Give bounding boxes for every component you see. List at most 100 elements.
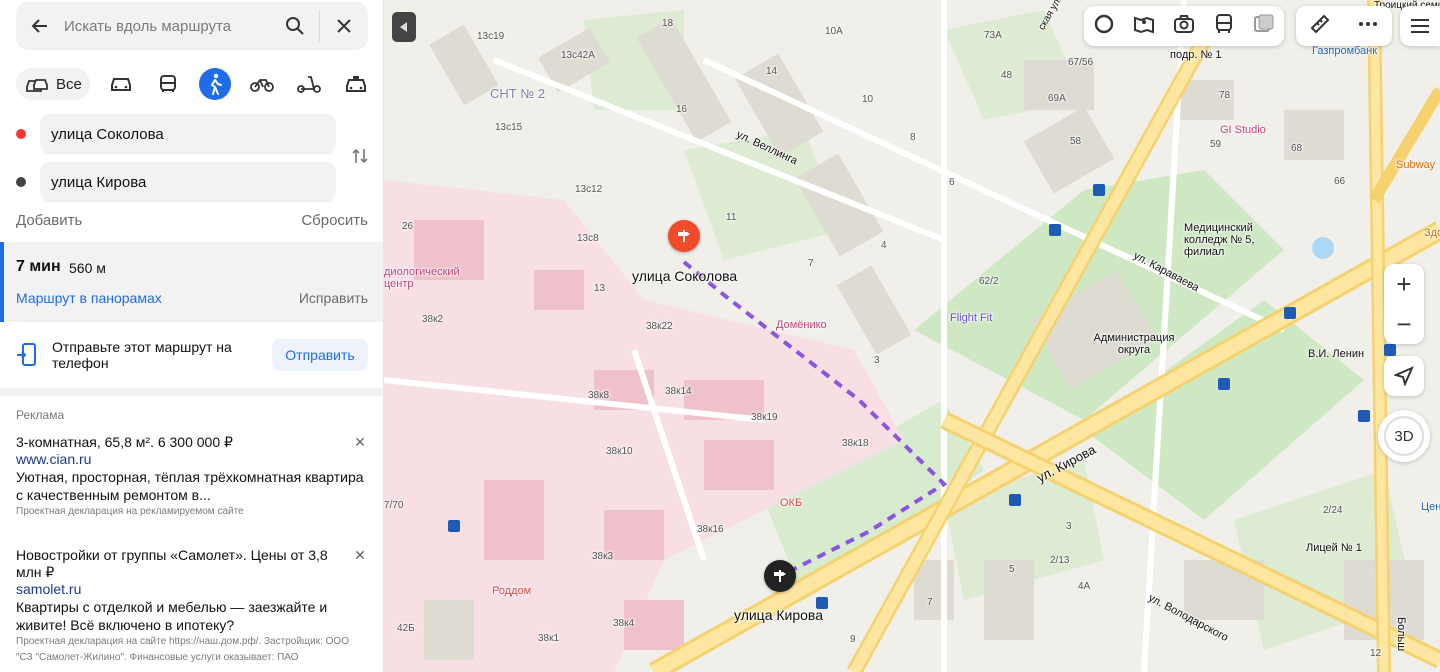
arrow-left-icon[interactable] [16, 2, 64, 50]
mode-pedestrian-button[interactable] [198, 68, 231, 100]
transit-icon[interactable] [1213, 13, 1235, 40]
house-number: 11 [726, 212, 737, 223]
house-number: 5 [1009, 564, 1015, 575]
house-number: 8 [910, 132, 916, 143]
poi-label: Роддом [492, 585, 532, 597]
close-icon[interactable]: ✕ [352, 434, 368, 450]
house-number: 7 [808, 258, 814, 269]
house-number: 13 [594, 283, 606, 294]
house-number: 38к19 [751, 412, 778, 423]
collapse-panel-icon[interactable] [392, 12, 416, 42]
house-number: 6 [949, 177, 955, 188]
zoom-in-button[interactable]: + [1384, 264, 1424, 304]
house-number: 38к18 [842, 438, 869, 449]
route-search-bar[interactable]: Искать вдоль маршрута [16, 2, 368, 50]
route-time: 7 мин [16, 258, 61, 275]
section-divider [0, 388, 383, 396]
route-point-from: улица Соколова [16, 114, 336, 154]
route-fix-link[interactable]: Исправить [299, 290, 368, 306]
map-view[interactable]: + − 3D улица Соколова улица Кирова СНТ №… [384, 0, 1440, 672]
house-number: 38к8 [588, 390, 610, 401]
mode-taxi-button[interactable] [340, 68, 372, 100]
menu-icon[interactable] [1400, 6, 1440, 46]
house-number: 38к16 [697, 524, 724, 535]
poi-label: Flight Fit [950, 312, 993, 324]
bicycle-icon [249, 79, 274, 92]
mode-all-button[interactable]: Все [16, 68, 90, 100]
zoom-out-button[interactable]: − [1384, 304, 1424, 344]
ad-url[interactable]: www.cian.ru [16, 451, 368, 468]
poi-label: В.И. Ленин [1308, 348, 1365, 360]
ads-heading: Реклама [16, 408, 65, 422]
route-option-card[interactable]: 7 мин 560 м Маршрут в панорамах Исправит… [0, 242, 383, 322]
ad-title[interactable]: Новостройки от группы «Самолет». Цены от… [16, 547, 368, 581]
three-d-button[interactable]: 3D [1378, 410, 1430, 462]
poi-label: Здоровье [1424, 227, 1440, 239]
house-number: 13с8 [577, 233, 599, 244]
reset-route-link[interactable]: Сбросить [301, 212, 368, 229]
panorama-icon[interactable] [1133, 13, 1155, 40]
map-label: СНТ № 2 [490, 86, 546, 101]
send-to-phone-button[interactable]: Отправить [272, 339, 368, 371]
house-number: 38к4 [613, 618, 635, 629]
ad-description: Квартиры с отделкой и мебелью — заезжайт… [16, 599, 328, 633]
house-number: 62/2 [979, 276, 999, 287]
house-number: 13с42А [561, 50, 595, 61]
mode-bicycle-button[interactable] [246, 68, 278, 100]
house-number: 12 [1370, 648, 1382, 659]
ruler-icon[interactable] [1309, 13, 1331, 40]
close-icon[interactable]: ✕ [352, 547, 368, 563]
add-point-link[interactable]: Добавить [16, 212, 82, 229]
house-number: 13с19 [477, 31, 505, 42]
house-number: 4А [1078, 581, 1091, 592]
map-layers-toolbar [1084, 6, 1284, 46]
ad-note: Проектная декларация на сайте https://на… [16, 636, 349, 663]
end-pin-icon[interactable] [764, 560, 796, 592]
ad-item[interactable]: Новостройки от группы «Самолет». Цены от… [16, 547, 368, 666]
mode-scooter-button[interactable] [293, 68, 325, 100]
camera-icon[interactable] [1173, 13, 1195, 40]
ads-section: Реклама 3-комнатная, 65,8 м². 6 300 000 … [0, 396, 383, 672]
mode-car-button[interactable] [105, 68, 137, 100]
poi-label: Лицей № 1 [1306, 542, 1362, 554]
route-point-to: улица Кирова [16, 162, 336, 202]
start-point-label: улица Соколова [632, 268, 738, 284]
house-number: 38к10 [606, 446, 633, 457]
ad-title[interactable]: 3-комнатная, 65,8 м². 6 300 000 ₽ [16, 434, 368, 451]
swap-points-icon[interactable] [348, 144, 372, 168]
my-location-button[interactable] [1384, 356, 1424, 396]
start-dot-icon [16, 129, 26, 139]
house-number: 38к14 [665, 386, 692, 397]
route-distance: 560 м [69, 260, 106, 276]
route-search-input[interactable]: Искать вдоль маршрута [64, 18, 271, 35]
more-icon[interactable] [1357, 13, 1379, 40]
house-number: 13с15 [495, 122, 523, 133]
map-tools-toolbar [1296, 6, 1392, 46]
search-icon[interactable] [271, 2, 319, 50]
house-number: 16 [676, 104, 688, 115]
house-number: 78 [1219, 90, 1231, 101]
send-to-phone-text: Отправьте этот маршрут на телефон [52, 339, 232, 371]
layers-icon[interactable] [1093, 13, 1115, 40]
overlay-icon[interactable] [1253, 13, 1275, 40]
house-number: 38к2 [422, 314, 444, 325]
route-from-field[interactable]: улица Соколова [40, 114, 336, 154]
bus-icon [159, 75, 176, 92]
pedestrian-icon [210, 73, 222, 95]
house-number: 4 [881, 240, 887, 251]
mode-bus-button[interactable] [152, 68, 184, 100]
poi-label: ОКБ [780, 497, 803, 509]
ad-url[interactable]: samolet.ru [16, 581, 368, 598]
house-number: 7/70 [384, 500, 404, 511]
ad-item[interactable]: 3-комнатная, 65,8 м². 6 300 000 ₽ www.ci… [16, 434, 368, 520]
route-to-field[interactable]: улица Кирова [40, 162, 336, 202]
route-panorama-link[interactable]: Маршрут в панорамах [16, 290, 162, 306]
ad-note: Проектная декларация на рекламируемом са… [16, 506, 244, 517]
poi-label: Subway [1396, 159, 1436, 171]
house-number: 7 [927, 597, 933, 608]
phone-send-icon [16, 342, 38, 368]
house-number: 10А [825, 26, 843, 37]
start-pin-icon[interactable] [668, 220, 700, 252]
close-icon[interactable] [320, 2, 368, 50]
house-number: 42Б [397, 623, 415, 634]
